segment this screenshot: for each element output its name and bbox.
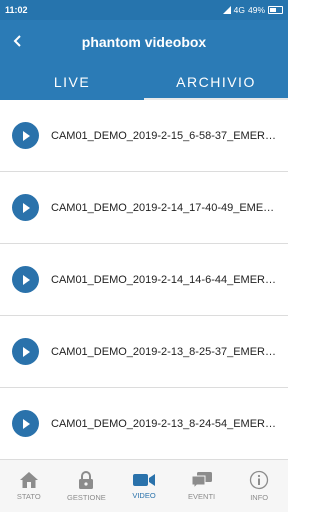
- play-icon: [22, 418, 30, 429]
- play-icon: [22, 346, 30, 357]
- back-button[interactable]: [6, 29, 30, 53]
- battery-icon: [268, 6, 283, 14]
- list-item[interactable]: CAM01_DEMO_2019-2-13_8-25-37_EMERGENCY: [0, 316, 288, 388]
- nav-gestione[interactable]: GESTIONE: [58, 460, 116, 512]
- battery-percent: 49%: [247, 5, 265, 15]
- video-name: CAM01_DEMO_2019-2-14_17-40-49_EMERGENCY: [51, 201, 277, 214]
- nav-info[interactable]: INFO: [230, 460, 288, 512]
- status-bar: 11:02 4G 49%: [0, 0, 288, 20]
- signal-icon: [222, 6, 231, 14]
- network-label: 4G: [233, 5, 245, 15]
- nav-eventi[interactable]: EVENTI: [173, 460, 231, 512]
- tab-archivio[interactable]: ARCHIVIO: [144, 64, 288, 100]
- tab-live-label: LIVE: [53, 74, 91, 90]
- nav-stato[interactable]: STATO: [0, 460, 58, 512]
- status-time: 11:02: [5, 5, 28, 15]
- play-button[interactable]: [12, 122, 39, 149]
- play-icon: [22, 274, 30, 285]
- nav-video-label: VIDEO: [132, 491, 156, 500]
- nav-eventi-label: EVENTI: [188, 492, 216, 501]
- list-item[interactable]: CAM01_DEMO_2019-2-14_14-6-44_EMERGENCY: [0, 244, 288, 316]
- nav-video[interactable]: VIDEO: [115, 460, 173, 512]
- play-button[interactable]: [12, 338, 39, 365]
- bottom-navigation: STATO GESTIONE VIDEO EVENTI INFO: [0, 459, 288, 512]
- nav-info-label: INFO: [250, 493, 269, 502]
- nav-gestione-label: GESTIONE: [67, 492, 106, 502]
- play-button[interactable]: [12, 266, 39, 293]
- list-item[interactable]: CAM01_DEMO_2019-2-13_8-24-54_EMERGENCY: [0, 388, 288, 459]
- home-icon: [19, 472, 38, 488]
- app-title: phantom videobox: [81, 34, 207, 50]
- list-item[interactable]: CAM01_DEMO_2019-2-15_6-58-37_EMERGENCY: [0, 100, 288, 172]
- play-icon: [22, 202, 30, 213]
- info-icon: [250, 470, 269, 490]
- nav-stato-label: STATO: [16, 492, 41, 501]
- tab-bar: LIVE ARCHIVIO: [0, 64, 288, 100]
- video-name: CAM01_DEMO_2019-2-13_8-25-37_EMERGENCY: [51, 345, 277, 358]
- tab-archivio-label: ARCHIVIO: [176, 74, 256, 90]
- video-name: CAM01_DEMO_2019-2-14_14-6-44_EMERGENCY: [51, 273, 277, 286]
- tab-live[interactable]: LIVE: [0, 64, 144, 100]
- play-button[interactable]: [12, 410, 39, 437]
- video-name: CAM01_DEMO_2019-2-15_6-58-37_EMERGENCY: [51, 129, 277, 142]
- play-button[interactable]: [12, 194, 39, 221]
- status-icons: 4G 49%: [222, 5, 283, 15]
- lock-icon: [79, 470, 94, 489]
- video-list[interactable]: CAM01_DEMO_2019-2-15_6-58-37_EMERGENCY C…: [0, 100, 288, 459]
- chevron-left-icon: [13, 35, 21, 47]
- video-camera-icon: [132, 474, 155, 486]
- video-name: CAM01_DEMO_2019-2-13_8-24-54_EMERGENCY: [51, 417, 277, 430]
- play-icon: [22, 130, 30, 141]
- app-bar: phantom videobox: [0, 20, 288, 64]
- chat-icon: [191, 472, 212, 489]
- list-item[interactable]: CAM01_DEMO_2019-2-14_17-40-49_EMERGENCY: [0, 172, 288, 244]
